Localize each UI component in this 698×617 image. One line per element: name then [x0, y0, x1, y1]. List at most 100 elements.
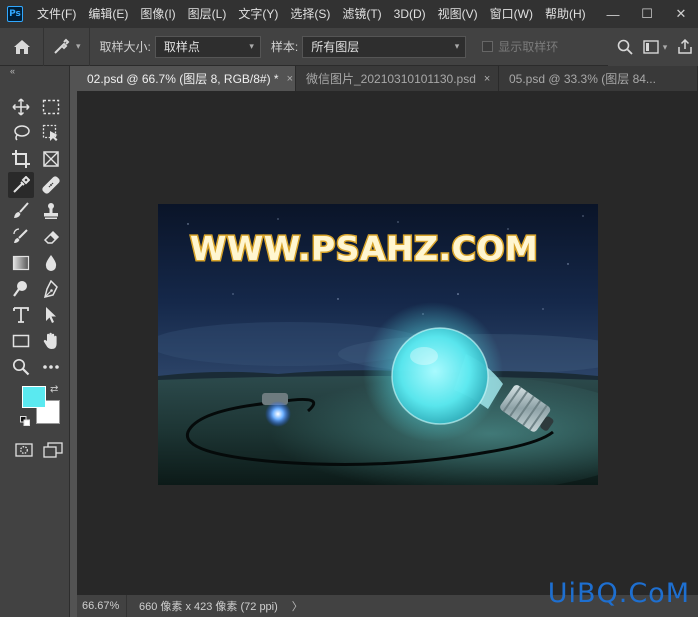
menu-view[interactable]: 视图(V) [432, 0, 484, 28]
pen-tool[interactable] [38, 276, 64, 302]
foreground-color-swatch[interactable] [22, 386, 46, 408]
type-tool[interactable] [8, 302, 34, 328]
crop-icon [12, 150, 30, 168]
healing-brush-tool[interactable] [38, 172, 64, 198]
blur-tool[interactable] [38, 250, 64, 276]
swap-colors-icon[interactable]: ⇄ [50, 384, 58, 395]
sample-size-value: 取样点 [163, 40, 200, 54]
minimize-button[interactable]: — [596, 0, 630, 28]
menu-bar: Ps 文件(F) 编辑(E) 图像(I) 图层(L) 文字(Y) 选择(S) 滤… [0, 0, 698, 28]
object-selection-tool[interactable] [38, 120, 64, 146]
quick-mask-button[interactable] [14, 440, 34, 460]
tab-label: 05.psd @ 33.3% (图层 84... [509, 72, 656, 86]
hand-icon [43, 332, 57, 349]
workspace-icon [643, 40, 659, 54]
tab-label: 02.psd @ 66.7% (图层 8, RGB/8#) * [87, 72, 279, 86]
move-icon [12, 98, 30, 116]
zoom-icon [12, 358, 30, 376]
move-tool[interactable] [8, 94, 34, 120]
hand-tool[interactable] [38, 328, 64, 354]
close-tab-icon[interactable]: × [484, 73, 490, 85]
path-selection-tool[interactable] [38, 302, 64, 328]
photoshop-logo[interactable]: Ps [7, 6, 23, 22]
close-tab-icon[interactable]: × [287, 73, 293, 85]
menu-type[interactable]: 文字(Y) [232, 0, 284, 28]
tab-02-psd[interactable]: 02.psd @ 66.7% (图层 8, RGB/8#) * × [77, 66, 296, 91]
workspace-switcher[interactable]: ▾ [638, 34, 672, 60]
frame-tool[interactable] [38, 146, 64, 172]
menu-window[interactable]: 窗口(W) [484, 0, 539, 28]
brush-tool[interactable] [8, 198, 34, 224]
history-brush-tool[interactable] [8, 224, 34, 250]
canvas-workspace[interactable]: WWW.PSAHZ.COM [77, 91, 698, 595]
sample-label: 样本: [270, 40, 299, 54]
document-tabs: 02.psd @ 66.7% (图层 8, RGB/8#) * × 微信图片_2… [77, 66, 698, 91]
screen-mode-button[interactable] [42, 440, 64, 460]
home-button[interactable] [0, 27, 44, 66]
menu-3d[interactable]: 3D(D) [388, 0, 432, 28]
lasso-tool[interactable] [8, 120, 34, 146]
options-bar: ▾ 取样大小: 取样点 ▾ 样本: 所有图层 ▾ 显示取样环 ▾ [0, 27, 698, 66]
chevron-right-icon[interactable]: 〉 [292, 598, 303, 614]
rectangle-icon [12, 334, 30, 348]
screen-mode-icon [43, 442, 63, 458]
share-icon [678, 39, 692, 54]
show-sampling-ring-checkbox[interactable]: 显示取样环 [482, 38, 558, 55]
search-button[interactable] [612, 34, 638, 60]
tool-preset-picker[interactable]: ▾ [44, 27, 90, 66]
close-button[interactable]: ✕ [664, 0, 698, 28]
chevron-down-icon: ▾ [76, 41, 81, 51]
menu-layer[interactable]: 图层(L) [182, 0, 233, 28]
zoom-level[interactable]: 66.67% [77, 595, 127, 617]
menu-image[interactable]: 图像(I) [134, 0, 181, 28]
document-info: 660 像素 x 423 像素 (72 ppi) [139, 601, 278, 613]
default-colors-icon[interactable] [20, 416, 30, 426]
object-selection-icon [42, 124, 58, 141]
sample-select[interactable]: 所有图层 ▾ [302, 35, 467, 58]
history-brush-icon [13, 228, 28, 243]
dodge-tool[interactable] [8, 276, 34, 302]
share-button[interactable] [672, 34, 698, 60]
brush-icon [14, 202, 29, 218]
type-icon [13, 307, 29, 323]
menu-edit[interactable]: 编辑(E) [82, 0, 134, 28]
checkbox-box [482, 41, 494, 52]
bandage-icon [42, 176, 60, 194]
menu-select[interactable]: 选择(S) [284, 0, 336, 28]
water-drop-icon [45, 255, 57, 271]
crop-tool[interactable] [8, 146, 34, 172]
tab-label: 微信图片_20210310101130.psd [306, 72, 476, 86]
rectangle-tool[interactable] [8, 328, 34, 354]
chevron-down-icon: ▾ [249, 41, 254, 51]
quick-mask-icon [15, 443, 33, 457]
eyedropper-tool[interactable] [8, 172, 34, 198]
frame-icon [43, 151, 59, 167]
tools-panel: « ⇄ [0, 66, 70, 617]
menu-file[interactable]: 文件(F) [31, 0, 82, 28]
ellipsis-icon [43, 365, 59, 369]
clone-stamp-tool[interactable] [38, 198, 64, 224]
menu-filter[interactable]: 滤镜(T) [336, 0, 387, 28]
more-tools-button[interactable] [38, 354, 64, 380]
gradient-tool[interactable] [8, 250, 34, 276]
stamp-icon [44, 203, 58, 219]
menu-help[interactable]: 帮助(H) [539, 0, 592, 28]
gradient-icon [12, 255, 30, 271]
rectangle-marquee-icon [42, 99, 60, 115]
collapse-panel-icon[interactable]: « [0, 66, 69, 78]
arrow-cursor-icon [46, 307, 56, 323]
tab-05-psd[interactable]: 05.psd @ 33.3% (图层 84... [499, 66, 698, 91]
document-canvas[interactable]: WWW.PSAHZ.COM [158, 204, 598, 485]
marquee-tool[interactable] [38, 94, 64, 120]
canvas-headline: WWW.PSAHZ.COM [190, 229, 538, 268]
eyedropper-icon [54, 38, 70, 54]
tab-wechat-image-psd[interactable]: 微信图片_20210310101130.psd × [296, 66, 499, 91]
lightbulb-artwork: WWW.PSAHZ.COM [158, 204, 598, 485]
sample-size-select[interactable]: 取样点 ▾ [154, 35, 261, 58]
search-icon [617, 39, 633, 55]
eraser-icon [43, 230, 60, 244]
restore-button[interactable]: ☐ [630, 0, 664, 28]
eraser-tool[interactable] [38, 224, 64, 250]
zoom-tool[interactable] [8, 354, 34, 380]
sample-value: 所有图层 [311, 40, 360, 54]
